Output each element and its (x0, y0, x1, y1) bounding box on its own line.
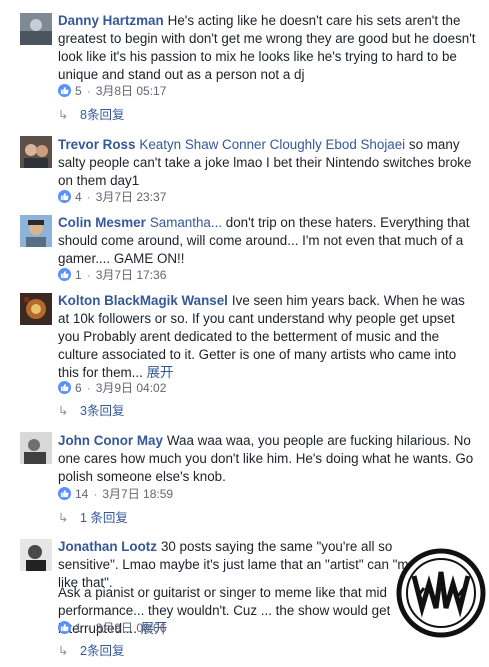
comment-mentions[interactable]: Samantha... (150, 215, 222, 230)
avatar[interactable] (20, 432, 52, 464)
comment-meta: 5 · 3月8日 05:17 (58, 83, 166, 99)
comment-author[interactable]: John Conor May (58, 433, 163, 448)
comment-text: Trevor Ross Keatyn Shaw Conner Cloughly E… (58, 136, 478, 190)
like-icon (58, 268, 71, 281)
comment-author[interactable]: Danny Hartzman (58, 13, 164, 28)
reply-arrow-icon: ↳ (58, 404, 69, 418)
comment-meta: 1 · 3月7日 17:36 (58, 267, 166, 283)
like-icon (58, 84, 71, 97)
reply-arrow-icon: ↳ (58, 108, 69, 122)
like-count[interactable]: 4 (75, 190, 82, 204)
like-count[interactable]: 14 (75, 487, 88, 501)
comment-timestamp[interactable]: 3月9日 04:02 (96, 381, 167, 395)
replies-count[interactable]: 8条回复 (80, 108, 124, 122)
avatar[interactable] (20, 136, 52, 168)
comment-meta: 6 · 3月9日 04:02 (58, 380, 166, 396)
comment-text: Kolton BlackMagik Wansel Ive seen him yea… (58, 292, 478, 382)
see-more-link[interactable]: 展开 (147, 365, 174, 380)
comment-text: Colin Mesmer Samantha... don't trip on th… (58, 214, 478, 268)
comment-meta: 14 · 3月7日 18:59 (58, 486, 173, 502)
like-icon (58, 621, 71, 634)
comment-author[interactable]: Jonathan Lootz (58, 539, 157, 554)
replies-count[interactable]: 3条回复 (80, 404, 124, 418)
comment-timestamp[interactable]: 3月7日 18:59 (102, 487, 173, 501)
comment-timestamp[interactable]: 3月8日 05:17 (96, 84, 167, 98)
comment-timestamp[interactable]: 3月7日 23:37 (96, 190, 167, 204)
view-replies-link[interactable]: ↳ 2条回复 (58, 643, 124, 659)
avatar[interactable] (20, 539, 52, 571)
reply-arrow-icon: ↳ (58, 644, 69, 658)
like-count[interactable]: 1 (75, 621, 82, 635)
replies-count[interactable]: 1 条回复 (80, 511, 128, 525)
like-count[interactable]: 1 (75, 268, 82, 282)
avatar[interactable] (20, 293, 52, 325)
comment-mentions[interactable]: Keatyn Shaw Conner Cloughly Ebod Shojaei (139, 137, 405, 152)
comment-timestamp[interactable]: 3月7日 17:36 (96, 268, 167, 282)
reply-arrow-icon: ↳ (58, 511, 69, 525)
avatar[interactable] (20, 13, 52, 45)
watermark-logo (396, 548, 486, 638)
like-icon (58, 487, 71, 500)
comment-meta: 1 · 3月9日 08:06 (58, 620, 166, 636)
comment-timestamp[interactable]: 3月9日 08:06 (96, 621, 167, 635)
comment-author[interactable]: Colin Mesmer (58, 215, 146, 230)
like-icon (58, 381, 71, 394)
like-count[interactable]: 6 (75, 381, 82, 395)
avatar[interactable] (20, 215, 52, 247)
comment-author[interactable]: Kolton BlackMagik Wansel (58, 293, 228, 308)
comment-meta: 4 · 3月7日 23:37 (58, 189, 166, 205)
view-replies-link[interactable]: ↳ 1 条回复 (58, 510, 128, 526)
comment-text: Danny Hartzman He's acting like he doesn'… (58, 12, 478, 84)
view-replies-link[interactable]: ↳ 8条回复 (58, 107, 124, 123)
like-icon (58, 190, 71, 203)
comment-text: John Conor May Waa waa waa, you people ar… (58, 432, 478, 486)
replies-count[interactable]: 2条回复 (80, 644, 124, 658)
view-replies-link[interactable]: ↳ 3条回复 (58, 403, 124, 419)
comment-author[interactable]: Trevor Ross (58, 137, 135, 152)
like-count[interactable]: 5 (75, 84, 82, 98)
